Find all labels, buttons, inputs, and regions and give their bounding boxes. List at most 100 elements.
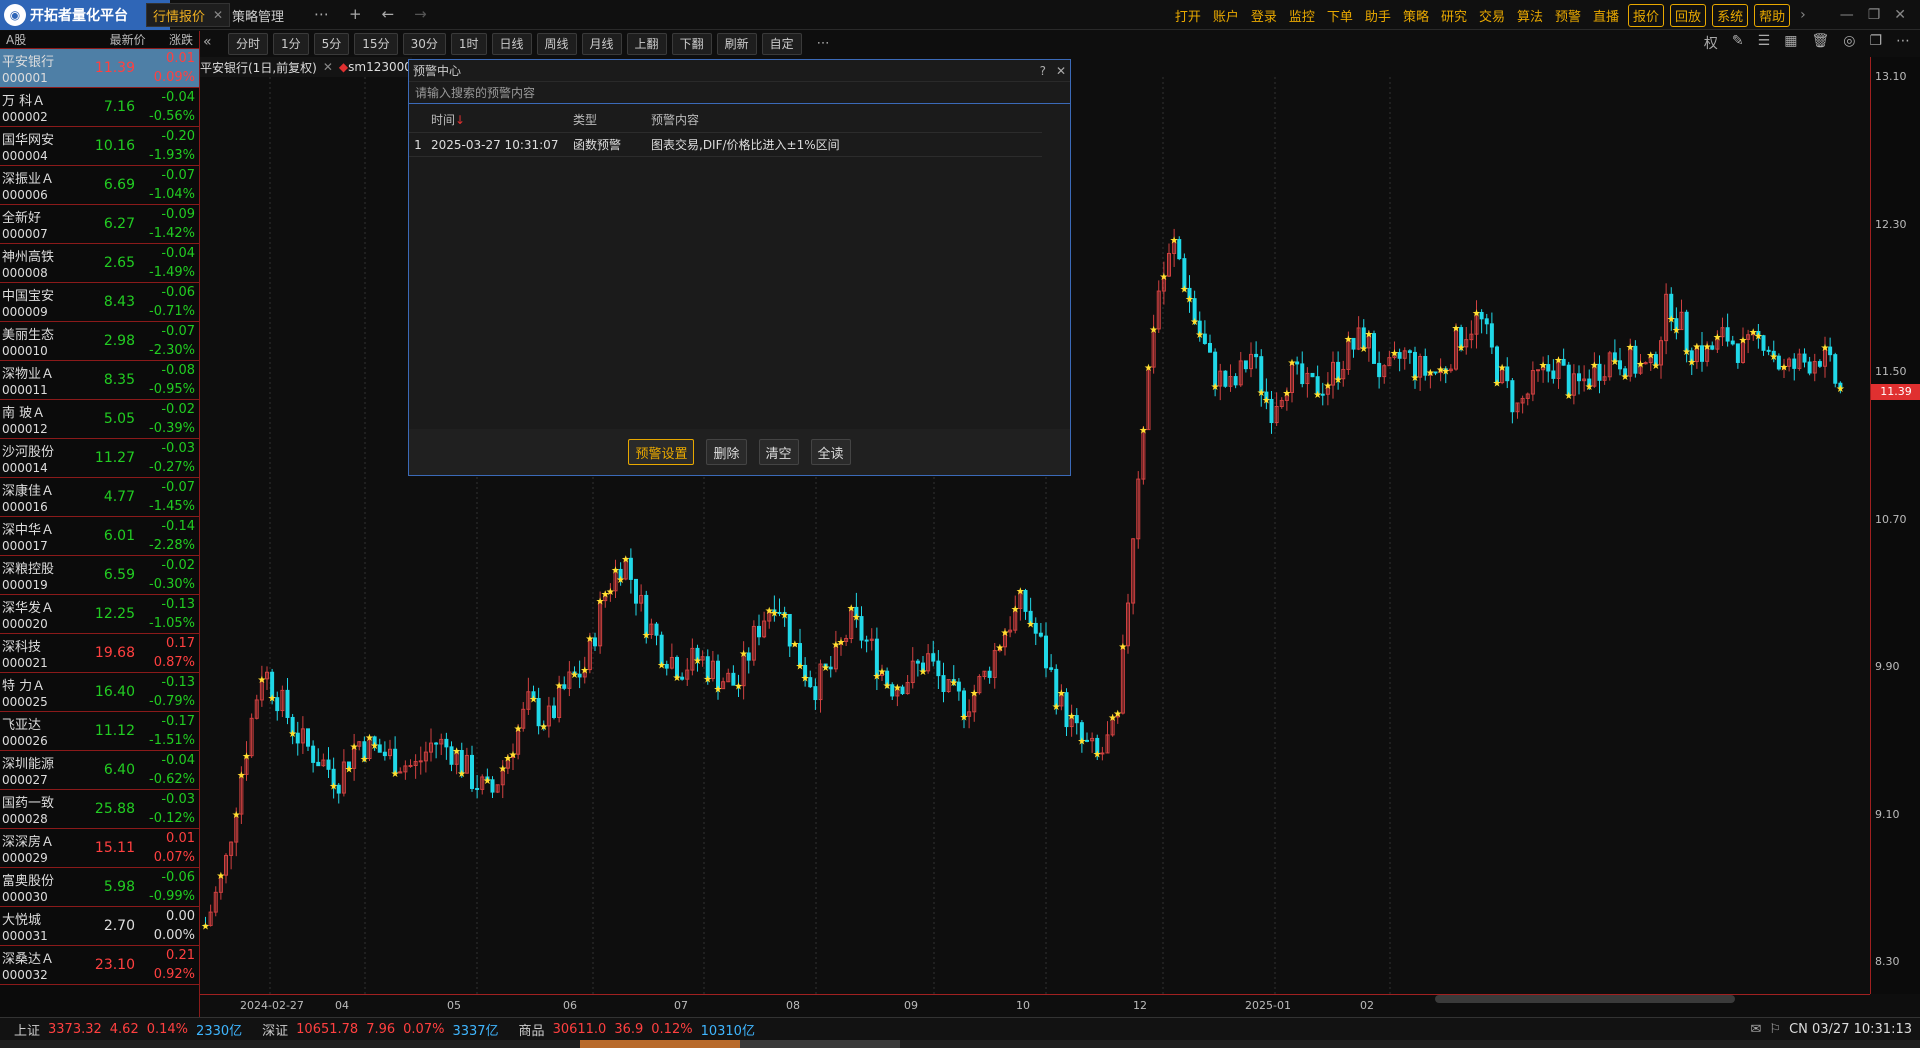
stock-name: 深华发Ａ: [2, 601, 55, 616]
add-tab-icon[interactable]: +: [349, 5, 362, 23]
rights-icon[interactable]: 权: [1704, 33, 1718, 53]
stock-row[interactable]: 神州高铁 000008 2.65 -0.04 -1.49%: [0, 244, 199, 283]
stock-row[interactable]: 大悦城 000031 2.70 0.00 0.00%: [0, 907, 199, 946]
stock-row[interactable]: 富奥股份 000030 5.98 -0.06 -0.99%: [0, 868, 199, 907]
settings-sliders-icon[interactable]: ☰: [1758, 33, 1771, 53]
period-button[interactable]: 15分: [354, 32, 398, 55]
stock-row[interactable]: 深振业Ａ 000006 6.69 -0.07 -1.04%: [0, 166, 199, 205]
forward-icon[interactable]: →: [414, 5, 427, 23]
close-icon[interactable]: ✕: [1056, 64, 1066, 78]
stock-row[interactable]: 深康佳Ａ 000016 4.77 -0.07 -1.45%: [0, 478, 199, 517]
col-change-header[interactable]: 涨跌: [169, 31, 193, 48]
clear-button[interactable]: 清空: [758, 439, 799, 465]
nav-replay-button[interactable]: 回放: [1670, 3, 1707, 27]
minimize-icon[interactable]: —: [1834, 7, 1860, 23]
page-down-button[interactable]: 下翻: [671, 32, 712, 55]
period-button[interactable]: 30分: [402, 32, 446, 55]
trash-icon[interactable]: 🗑: [1811, 33, 1829, 53]
stock-row[interactable]: 飞亚达 000026 11.12 -0.17 -1.51%: [0, 712, 199, 751]
stock-row[interactable]: 深桑达Ａ 000032 23.10 0.21 0.92%: [0, 946, 199, 985]
page-up-button[interactable]: 上翻: [626, 32, 667, 55]
stock-row[interactable]: 深华发Ａ 000020 12.25 -0.13 -1.05%: [0, 595, 199, 634]
restore-icon[interactable]: ❐: [1862, 7, 1887, 23]
message-icon[interactable]: ✉: [1751, 1022, 1762, 1037]
stock-row[interactable]: 平安银行 000001 11.39 0.01 0.09%: [0, 49, 199, 88]
tab-strategy[interactable]: 策略管理: [226, 3, 290, 27]
nav-order[interactable]: 下单: [1322, 6, 1358, 25]
close-icon[interactable]: ✕: [213, 8, 223, 22]
stock-row[interactable]: 深深房Ａ 000029 15.11 0.01 0.07%: [0, 829, 199, 868]
chart-tab-second[interactable]: sm123000: [348, 60, 412, 74]
pencil-icon[interactable]: ✎: [1732, 33, 1744, 53]
stock-row[interactable]: 万 科Ａ 000002 7.16 -0.04 -0.56%: [0, 88, 199, 127]
nav-help-button[interactable]: 帮助: [1754, 3, 1791, 27]
col-content-header[interactable]: 预警内容: [645, 111, 1042, 128]
nav-system-button[interactable]: 系统: [1712, 3, 1749, 27]
chart-tab-main[interactable]: 平安银行(1日,前复权): [200, 59, 317, 76]
stock-row[interactable]: 深圳能源 000027 6.40 -0.04 -0.62%: [0, 751, 199, 790]
nav-monitor[interactable]: 监控: [1284, 6, 1320, 25]
col-type-header[interactable]: 类型: [567, 111, 645, 128]
nav-alert[interactable]: 预警: [1550, 6, 1586, 25]
stock-row[interactable]: 特 力Ａ 000025 16.40 -0.13 -0.79%: [0, 673, 199, 712]
stock-row[interactable]: 全新好 000007 6.27 -0.09 -1.42%: [0, 205, 199, 244]
nav-account[interactable]: 账户: [1208, 6, 1244, 25]
stock-row[interactable]: 深物业Ａ 000011 8.35 -0.08 -0.95%: [0, 361, 199, 400]
stock-row[interactable]: 深粮控股 000019 6.59 -0.02 -0.30%: [0, 556, 199, 595]
col-time-header[interactable]: 时间↓: [427, 111, 567, 128]
copy-icon[interactable]: ❐: [1869, 33, 1882, 53]
alert-settings-button[interactable]: 预警设置: [628, 439, 695, 465]
period-button[interactable]: 1时: [450, 32, 487, 55]
stock-row[interactable]: 南 玻Ａ 000012 5.05 -0.02 -0.39%: [0, 400, 199, 439]
stock-row[interactable]: 沙河股份 000014 11.27 -0.03 -0.27%: [0, 439, 199, 478]
close-icon[interactable]: ✕: [323, 60, 333, 74]
delete-button[interactable]: 删除: [706, 439, 747, 465]
back-icon[interactable]: ←: [382, 5, 395, 23]
col-price-header[interactable]: 最新价: [110, 31, 146, 48]
stock-row[interactable]: 深中华Ａ 000017 6.01 -0.14 -2.28%: [0, 517, 199, 556]
nav-login[interactable]: 登录: [1246, 6, 1282, 25]
period-button[interactable]: 分时: [228, 32, 269, 55]
chevron-right-icon[interactable]: ›: [1794, 7, 1812, 23]
nav-research[interactable]: 研究: [1436, 6, 1472, 25]
nav-assistant[interactable]: 助手: [1360, 6, 1396, 25]
tab-quotes[interactable]: 行情报价 ✕: [146, 3, 231, 27]
nav-quote-button[interactable]: 报价: [1628, 3, 1665, 27]
nav-strategy[interactable]: 策略: [1398, 6, 1434, 25]
nav-live[interactable]: 直播: [1588, 6, 1624, 25]
close-window-icon[interactable]: ✕: [1888, 7, 1912, 23]
help-icon[interactable]: ?: [1040, 64, 1046, 78]
stock-row[interactable]: 深科技 000021 19.68 0.17 0.87%: [0, 634, 199, 673]
alert-search-input[interactable]: 请输入搜索的预警内容: [409, 82, 1070, 104]
candle-body: [1407, 350, 1412, 353]
stock-row[interactable]: 国药一致 000028 25.88 -0.03 -0.12%: [0, 790, 199, 829]
nav-trade[interactable]: 交易: [1474, 6, 1510, 25]
stock-row[interactable]: 美丽生态 000010 2.98 -0.07 -2.30%: [0, 322, 199, 361]
mark-all-read-button[interactable]: 全读: [810, 439, 851, 465]
more-icon[interactable]: ⋯: [817, 36, 830, 51]
period-button[interactable]: 周线: [536, 32, 577, 55]
stock-pct: -2.28%: [149, 538, 195, 553]
stock-row[interactable]: 中国宝安 000009 8.43 -0.06 -0.71%: [0, 283, 199, 322]
x-tick-label: 02: [1360, 999, 1374, 1012]
eye-icon[interactable]: ◎: [1843, 33, 1855, 53]
stock-row[interactable]: 国华网安 000004 10.16 -0.20 -1.93%: [0, 127, 199, 166]
table-row[interactable]: 1 2025-03-27 10:31:07 函数预警 图表交易,DIF/价格比进…: [409, 133, 1042, 157]
stock-price: 6.27: [103, 216, 135, 232]
custom-button[interactable]: 自定: [761, 32, 802, 55]
period-button[interactable]: 1分: [273, 32, 309, 55]
chart-scrollbar[interactable]: [1435, 995, 1735, 1003]
signal-icon[interactable]: ⚐: [1769, 1022, 1781, 1037]
more-icon[interactable]: ⋯: [1896, 33, 1910, 53]
candle-body: [1074, 715, 1079, 724]
period-button[interactable]: 日线: [491, 32, 532, 55]
nav-open[interactable]: 打开: [1170, 6, 1206, 25]
refresh-button[interactable]: 刷新: [716, 32, 757, 55]
period-button[interactable]: 月线: [581, 32, 622, 55]
period-button[interactable]: 5分: [313, 32, 350, 55]
col-name-header[interactable]: A股: [6, 31, 26, 48]
more-icon[interactable]: ⋯: [314, 5, 329, 23]
layout-icon[interactable]: ▦: [1784, 33, 1797, 53]
nav-algo[interactable]: 算法: [1512, 6, 1548, 25]
alert-star-marker: ★: [1093, 749, 1102, 760]
